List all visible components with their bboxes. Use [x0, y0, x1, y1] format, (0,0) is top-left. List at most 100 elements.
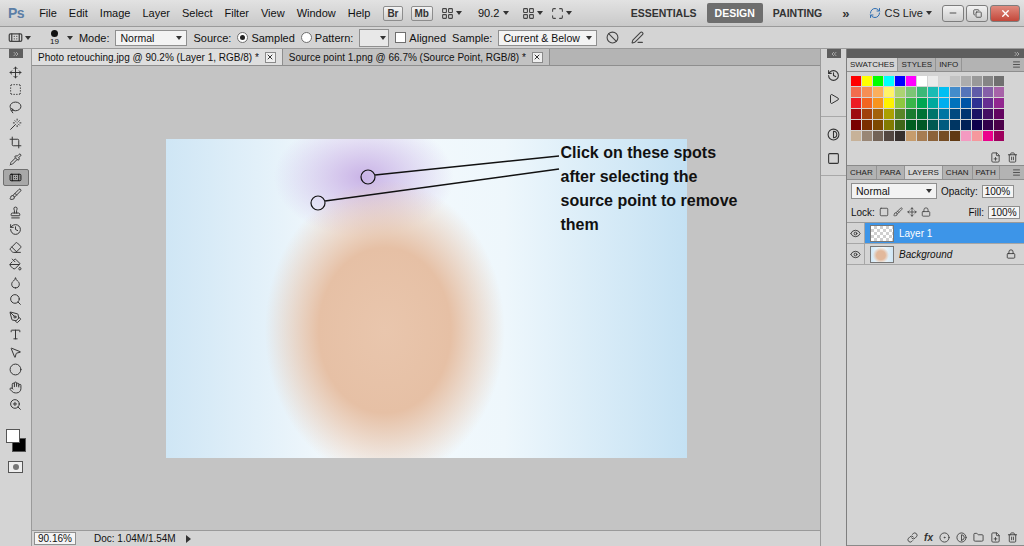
swatch[interactable]	[895, 98, 905, 108]
swatch[interactable]	[950, 120, 960, 130]
menu-item[interactable]: Layer	[137, 5, 175, 21]
menu-item[interactable]: View	[256, 5, 290, 21]
status-menu-icon[interactable]	[186, 535, 191, 543]
blend-mode-dropdown[interactable]: Normal	[851, 183, 937, 199]
swatch[interactable]	[917, 109, 927, 119]
menu-item[interactable]: Window	[292, 5, 341, 21]
menu-item[interactable]: Help	[343, 5, 376, 21]
swatch[interactable]	[862, 98, 872, 108]
tool-button[interactable]	[3, 274, 29, 291]
menu-item[interactable]: Image	[95, 5, 136, 21]
actions-panel-button[interactable]	[824, 90, 844, 108]
swatch[interactable]	[994, 131, 1004, 141]
masks-panel-button[interactable]	[824, 149, 844, 167]
aligned-option[interactable]: Aligned	[395, 32, 446, 44]
tool-button[interactable]	[3, 169, 29, 186]
swatch[interactable]	[906, 120, 916, 130]
source-radio[interactable]: Pattern:	[301, 32, 354, 44]
bridge-button[interactable]: Br	[383, 6, 402, 21]
swatch[interactable]	[873, 98, 883, 108]
tool-button[interactable]	[3, 309, 29, 326]
swatch[interactable]	[862, 76, 872, 86]
lock-position-icon[interactable]	[907, 207, 917, 217]
swatch[interactable]	[862, 120, 872, 130]
swatch[interactable]	[884, 87, 894, 97]
panel-tab[interactable]: SWATCHES	[847, 58, 898, 71]
swatch[interactable]	[972, 120, 982, 130]
new-swatch-icon[interactable]	[990, 152, 1001, 163]
more-workspaces-button[interactable]: »	[832, 6, 859, 21]
tool-button[interactable]	[3, 222, 29, 239]
mini-bridge-button[interactable]: Mb	[411, 6, 433, 21]
link-icon[interactable]	[907, 532, 918, 543]
swatch[interactable]	[983, 109, 993, 119]
swatch[interactable]	[895, 131, 905, 141]
swatch[interactable]	[983, 120, 993, 130]
panel-tab[interactable]: CHAN	[943, 166, 973, 179]
swatch[interactable]	[972, 109, 982, 119]
opacity-field[interactable]: 100%	[982, 185, 1014, 198]
color-picker[interactable]	[3, 427, 29, 453]
swatch[interactable]	[950, 98, 960, 108]
swatch[interactable]	[928, 87, 938, 97]
swatch[interactable]	[884, 76, 894, 86]
layer-style-button[interactable]: fx	[924, 532, 933, 543]
swatch[interactable]	[939, 131, 949, 141]
swatch[interactable]	[906, 87, 916, 97]
layer-row[interactable]: Layer 1	[847, 223, 1024, 244]
swatch[interactable]	[961, 76, 971, 86]
adjustments-panel-button[interactable]	[824, 125, 844, 143]
ignore-adjustments-button[interactable]	[603, 31, 622, 44]
tool-button[interactable]	[3, 344, 29, 361]
close-button[interactable]	[990, 5, 1020, 22]
panel-tab[interactable]: PATH	[973, 166, 1000, 179]
swatch[interactable]	[994, 87, 1004, 97]
tool-button[interactable]	[3, 239, 29, 256]
swatch[interactable]	[994, 76, 1004, 86]
fill-field[interactable]: 100%	[988, 206, 1020, 219]
swatch[interactable]	[983, 98, 993, 108]
visibility-toggle[interactable]	[847, 223, 865, 243]
swatch[interactable]	[906, 131, 916, 141]
tool-button[interactable]	[3, 117, 29, 134]
swatch[interactable]	[983, 87, 993, 97]
swatch[interactable]	[950, 131, 960, 141]
lock-transparency-icon[interactable]	[879, 207, 889, 217]
foreground-color[interactable]	[6, 429, 20, 443]
swatch[interactable]	[873, 76, 883, 86]
swatch[interactable]	[917, 76, 927, 86]
swatch[interactable]	[862, 87, 872, 97]
swatch[interactable]	[961, 87, 971, 97]
swatch[interactable]	[851, 98, 861, 108]
menu-item[interactable]: Edit	[64, 5, 93, 21]
workspace-button[interactable]: PAINTING	[765, 3, 830, 23]
panel-tab[interactable]: PARA	[877, 166, 905, 179]
tool-button[interactable]	[3, 397, 29, 414]
swatch[interactable]	[983, 131, 993, 141]
tool-button[interactable]	[3, 292, 29, 309]
panel-tab[interactable]: STYLES	[898, 58, 936, 71]
restore-button[interactable]	[966, 5, 988, 22]
radio-button[interactable]	[301, 32, 312, 43]
minimize-button[interactable]	[942, 5, 964, 22]
lock-all-icon[interactable]	[921, 207, 931, 217]
tool-button[interactable]	[3, 187, 29, 204]
swatch[interactable]	[939, 87, 949, 97]
layer-row[interactable]: Background	[847, 244, 1024, 265]
workspace-button[interactable]: DESIGN	[707, 3, 763, 23]
swatch[interactable]	[972, 76, 982, 86]
swatch[interactable]	[983, 76, 993, 86]
menu-item[interactable]: Filter	[220, 5, 254, 21]
swatch[interactable]	[928, 98, 938, 108]
panel-menu-button[interactable]	[1009, 166, 1024, 179]
document-photo[interactable]: Click on these spots after selecting the…	[166, 139, 687, 458]
tool-button[interactable]	[3, 362, 29, 379]
swatch[interactable]	[862, 131, 872, 141]
swatch[interactable]	[884, 120, 894, 130]
swatch[interactable]	[917, 131, 927, 141]
tab-close-button[interactable]	[265, 52, 276, 63]
swatch[interactable]	[906, 98, 916, 108]
swatch[interactable]	[994, 120, 1004, 130]
group-icon[interactable]	[973, 532, 984, 543]
source-radio[interactable]: Sampled	[237, 32, 294, 44]
